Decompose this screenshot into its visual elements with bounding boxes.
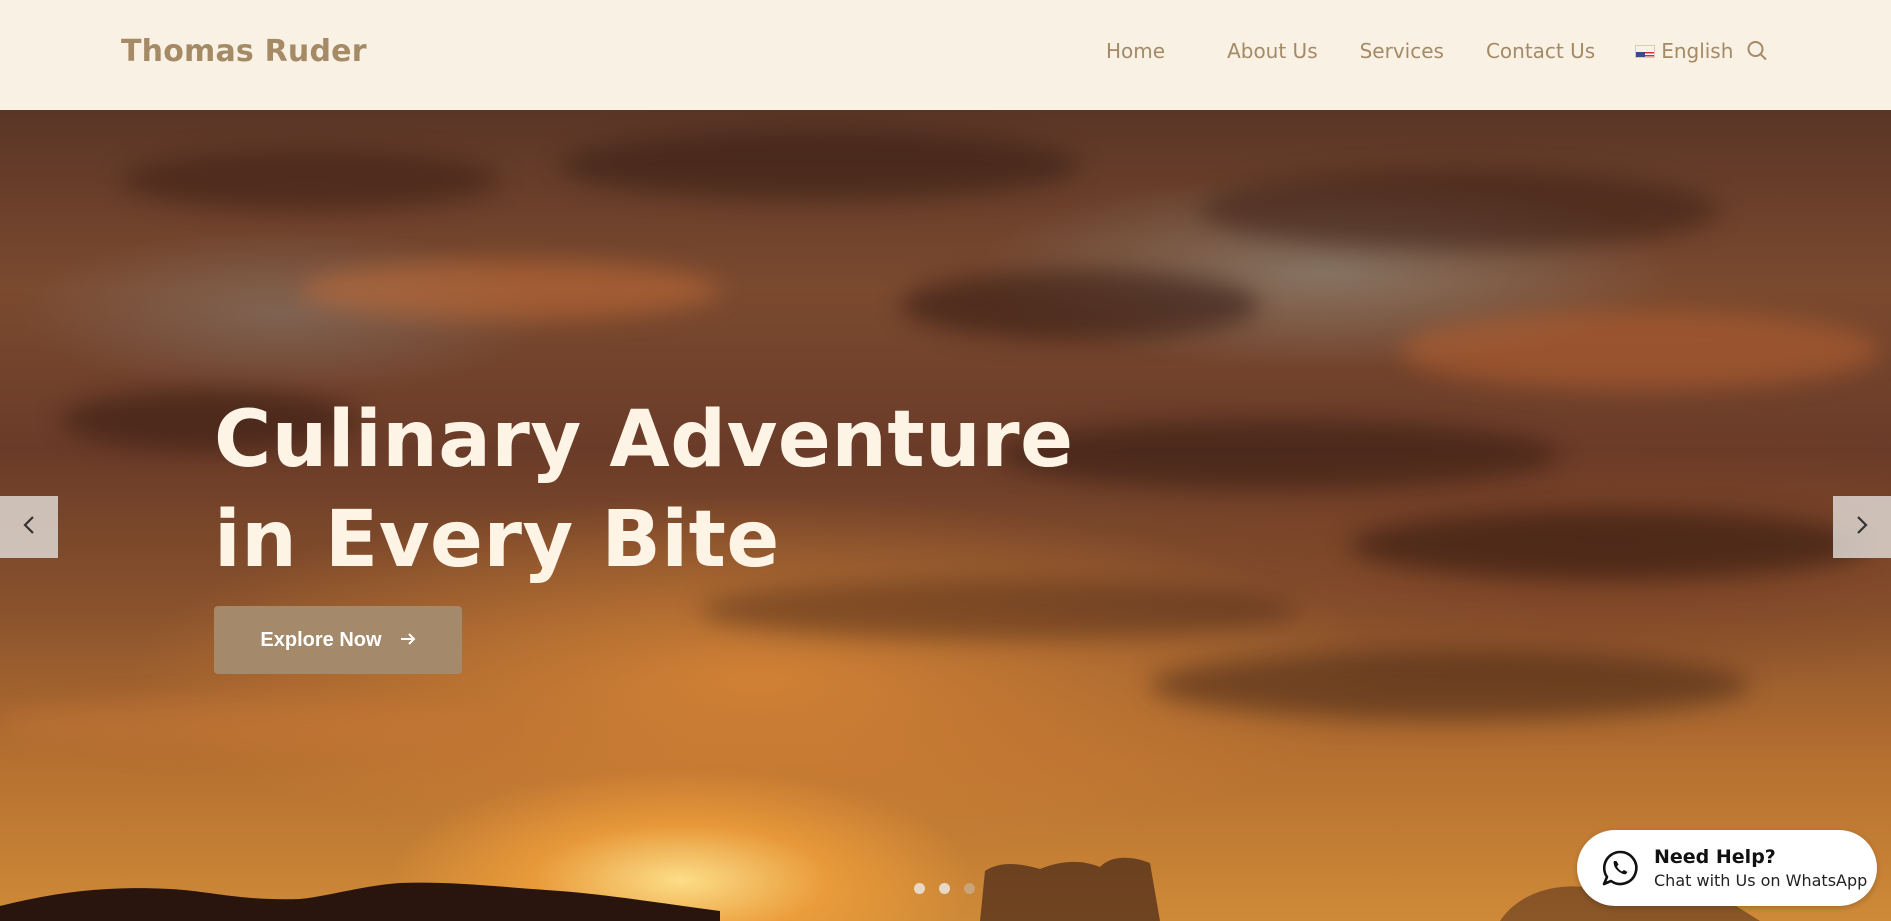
language-selector[interactable]: English [1635, 39, 1733, 63]
nav-contact-us[interactable]: Contact Us [1486, 39, 1595, 63]
nav-home[interactable]: Home [1106, 39, 1165, 63]
hero-slider: Culinary Adventure in Every Bite Explore… [0, 110, 1891, 921]
chevron-left-icon [22, 515, 36, 539]
cloud-shape [300, 260, 720, 320]
cloud-shape [560, 130, 1080, 200]
whatsapp-chat-widget[interactable]: Need Help? Chat with Us on WhatsApp [1577, 830, 1877, 906]
slider-dot-3[interactable] [964, 883, 975, 894]
main-nav: Home About Us Services Contact Us Englis… [1106, 39, 1769, 63]
hero-title-line-2: in Every Bite [214, 495, 780, 585]
search-icon[interactable] [1745, 39, 1769, 63]
whatsapp-title: Need Help? [1654, 846, 1776, 868]
chevron-right-icon [1855, 515, 1869, 539]
whatsapp-icon [1600, 848, 1640, 888]
cloud-shape [900, 270, 1260, 340]
slider-dots [914, 883, 975, 894]
us-flag-icon [1635, 44, 1656, 58]
explore-now-button[interactable]: Explore Now [214, 606, 462, 674]
slider-prev-button[interactable] [0, 496, 58, 558]
slider-dot-2[interactable] [939, 883, 950, 894]
cloud-shape [1200, 170, 1720, 250]
explore-now-label: Explore Now [260, 628, 382, 651]
language-label: English [1661, 39, 1734, 63]
nav-about-us[interactable]: About Us [1227, 39, 1318, 63]
nav-services[interactable]: Services [1360, 39, 1444, 63]
whatsapp-text: Need Help? Chat with Us on WhatsApp [1654, 846, 1867, 890]
whatsapp-subtitle: Chat with Us on WhatsApp [1654, 871, 1868, 890]
cloud-shape [1150, 650, 1750, 720]
cloud-shape [1400, 310, 1880, 390]
slider-dot-1[interactable] [914, 883, 925, 894]
cloud-shape [0, 700, 500, 750]
cloud-shape [120, 150, 500, 210]
slider-next-button[interactable] [1833, 496, 1891, 558]
site-header: Thomas Ruder Home About Us Services Cont… [0, 0, 1891, 110]
hero-title: Culinary Adventure in Every Bite [214, 390, 1114, 590]
cloud-shape [1350, 510, 1870, 580]
arrow-right-icon [400, 629, 416, 652]
hero-title-line-1: Culinary Adventure [214, 395, 1074, 485]
brand-logo[interactable]: Thomas Ruder [121, 34, 367, 69]
